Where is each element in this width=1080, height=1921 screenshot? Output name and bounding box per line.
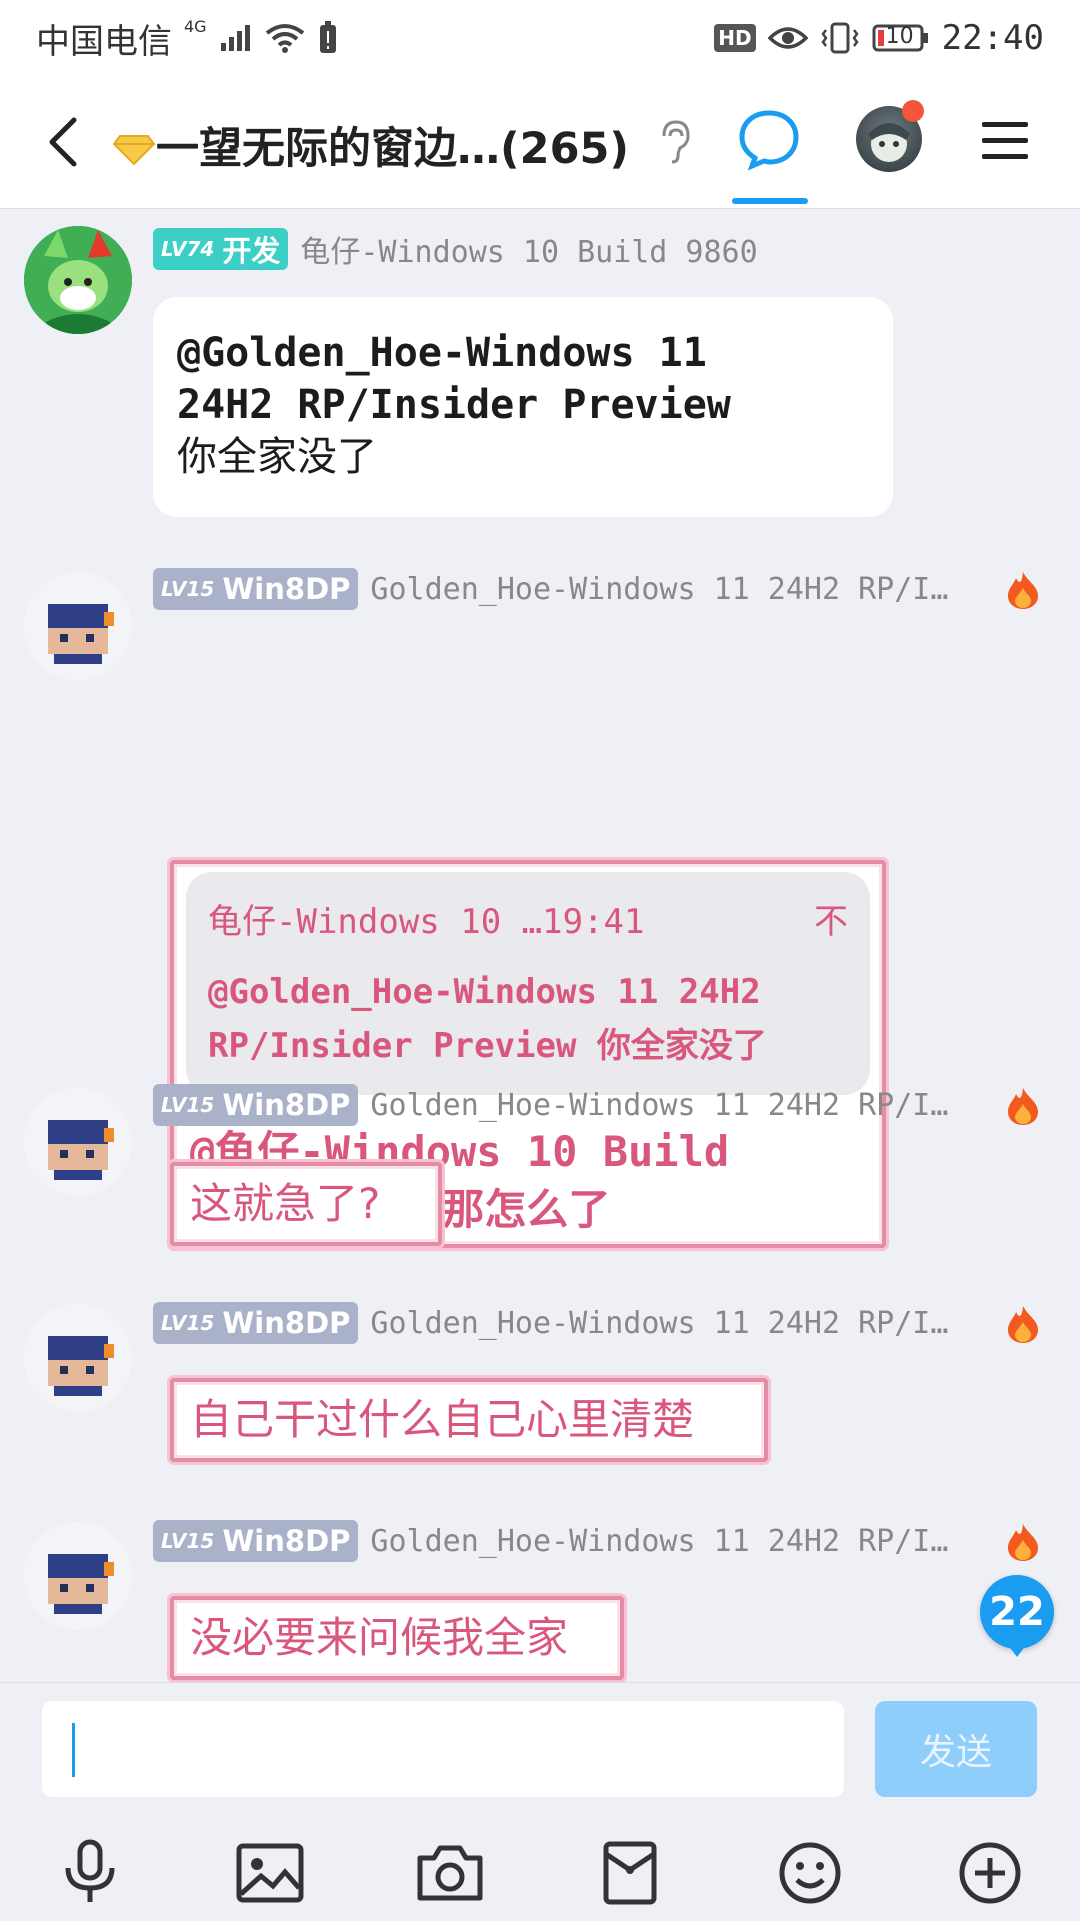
battery-level-label: 10: [885, 24, 914, 49]
fire-icon: [1004, 1522, 1042, 1566]
quote-time: 19:41: [542, 902, 645, 942]
sender-name[interactable]: Golden_Hoe-Windows 11 24H2 RP/I…: [370, 1306, 948, 1341]
mic-icon[interactable]: [50, 1833, 130, 1913]
fire-icon: [1004, 1304, 1042, 1348]
quote-author: 龟仔-Windows 10 …: [208, 902, 543, 942]
message-meta: LV15 Win8DP Golden_Hoe-Windows 11 24H2 RP…: [153, 1084, 948, 1126]
back-button[interactable]: [38, 112, 98, 172]
message-input[interactable]: [42, 1701, 844, 1797]
battery-saver-icon: [317, 21, 339, 55]
message-text-line: 你全家没了: [177, 434, 377, 480]
avatar[interactable]: [24, 226, 132, 334]
quoted-message[interactable]: 龟仔-Windows 10 …19:41 不 @Golden_Hoe-Windo…: [186, 872, 870, 1095]
level-badge: LV15 Win8DP: [153, 1084, 359, 1126]
level-badge: LV74 开发: [153, 228, 289, 270]
avatar[interactable]: [24, 1522, 132, 1630]
hamburger-icon: [982, 122, 1028, 159]
fire-icon: [1004, 1086, 1042, 1130]
hd-badge: HD: [714, 24, 756, 52]
message-meta: LV15 Win8DP Golden_Hoe-Windows 11 24H2 RP…: [153, 568, 948, 610]
red-packet-icon[interactable]: [590, 1833, 670, 1913]
emoji-icon[interactable]: [770, 1833, 850, 1913]
message-bubble[interactable]: @Golden_Hoe-Windows 11 24H2 RP/Insider P…: [153, 297, 893, 517]
level-badge: LV15 Win8DP: [153, 568, 359, 610]
avatar[interactable]: [24, 1088, 132, 1196]
text-caret: [72, 1723, 75, 1777]
message-text-line: 24H2 RP/Insider Preview: [177, 382, 731, 428]
message-text: 自己干过什么自己心里清楚: [190, 1395, 695, 1444]
member-count: (265): [500, 124, 630, 174]
message-bubble[interactable]: 自己干过什么自己心里清楚: [170, 1378, 768, 1462]
avatar[interactable]: [24, 572, 132, 680]
message-bubble[interactable]: 这就急了?: [170, 1162, 442, 1246]
fire-icon: [1004, 570, 1042, 614]
menu-button[interactable]: [980, 118, 1030, 166]
quote-action: 不: [814, 902, 848, 942]
carrier-label: 中国电信: [36, 21, 172, 62]
group-name: 一望无际的窗边…: [156, 124, 500, 174]
wifi-icon: [265, 23, 305, 53]
group-title[interactable]: 一望无际的窗边…(265): [112, 114, 629, 177]
chat-tab[interactable]: [738, 108, 800, 174]
message-feed[interactable]: LV74 开发 龟仔-Windows 10 Build 9860 @Golden_…: [0, 208, 1080, 1682]
sender-name[interactable]: Golden_Hoe-Windows 11 24H2 RP/I…: [370, 1524, 948, 1559]
message-bubble[interactable]: 没必要来问候我全家: [170, 1596, 624, 1680]
sender-name[interactable]: 龟仔-Windows 10 Build 9860: [300, 227, 757, 271]
notification-dot: [902, 100, 924, 122]
network-type-label: 4G: [184, 16, 207, 36]
chat-bubble-icon: [739, 110, 799, 171]
unread-count-badge[interactable]: 22: [980, 1575, 1054, 1657]
signal-icon: [219, 23, 253, 53]
clock-label: 22:40: [941, 18, 1044, 58]
plus-icon[interactable]: [950, 1833, 1030, 1913]
sender-name[interactable]: Golden_Hoe-Windows 11 24H2 RP/I…: [370, 1088, 948, 1123]
active-tab-indicator: [732, 198, 808, 204]
message-text: 没必要来问候我全家: [190, 1613, 569, 1662]
sender-name[interactable]: Golden_Hoe-Windows 11 24H2 RP/I…: [370, 572, 948, 607]
send-button[interactable]: 发送: [875, 1701, 1037, 1797]
input-toolbar: [0, 1833, 1080, 1913]
battery-icon: 10: [872, 23, 930, 53]
message-meta: LV15 Win8DP Golden_Hoe-Windows 11 24H2 RP…: [153, 1302, 948, 1344]
eye-icon: [767, 24, 808, 52]
level-badge: LV15 Win8DP: [153, 1302, 359, 1344]
image-icon[interactable]: [230, 1833, 310, 1913]
camera-icon[interactable]: [410, 1833, 490, 1913]
message-text-line: @Golden_Hoe-Windows 11: [177, 330, 707, 376]
vibrate-icon: [820, 21, 860, 55]
level-badge: LV15 Win8DP: [153, 1520, 359, 1562]
message-text: 这就急了?: [190, 1179, 381, 1228]
quote-text-line: RP/Insider Preview 你全家没了: [208, 1026, 767, 1066]
status-bar: 中国电信 4G HD 10 22:40: [0, 0, 1080, 76]
composer: 发送: [0, 1682, 1080, 1921]
message-meta: LV74 开发 龟仔-Windows 10 Build 9860: [153, 228, 758, 270]
diamond-icon: [112, 127, 156, 177]
quote-text-line: @Golden_Hoe-Windows 11 24H2: [208, 972, 761, 1012]
avatar[interactable]: [24, 1304, 132, 1412]
chat-header: 一望无际的窗边…(265): [0, 76, 1080, 209]
ear-mode-icon[interactable]: [656, 118, 692, 170]
message-meta: LV15 Win8DP Golden_Hoe-Windows 11 24H2 RP…: [153, 1520, 948, 1562]
